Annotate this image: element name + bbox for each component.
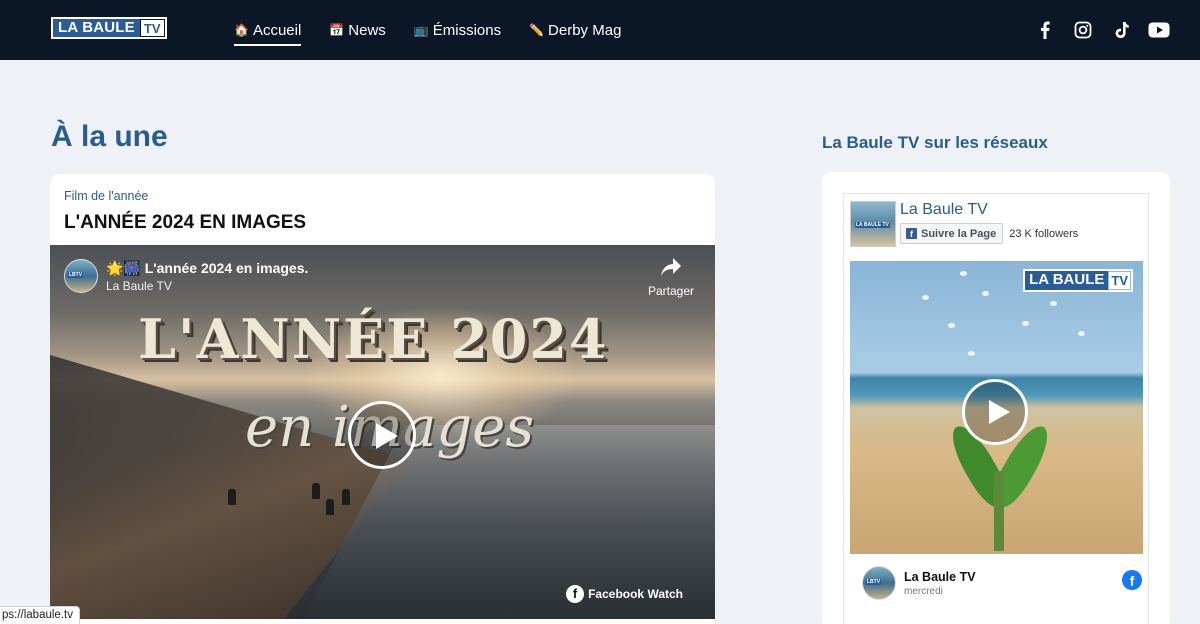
nav-label: News: [348, 21, 386, 39]
petal: [1050, 301, 1057, 306]
facebook-watch-label: Facebook Watch: [588, 587, 683, 601]
rider-silhouette: [342, 489, 350, 505]
share-label: Partager: [647, 284, 695, 298]
video-title[interactable]: 🌟🎆 L'année 2024 en images.: [106, 260, 308, 277]
nav-item-news[interactable]: 📅 News: [329, 0, 385, 60]
tv-icon: 📺: [413, 23, 429, 37]
facebook-icon[interactable]: f: [1122, 570, 1142, 590]
petal: [982, 291, 989, 296]
instagram-icon[interactable]: [1072, 19, 1094, 41]
facebook-square-icon: f: [906, 228, 917, 239]
video-header: LBTV 🌟🎆 L'année 2024 en images. La Baule…: [64, 259, 308, 293]
calendar-icon: 📅: [329, 23, 345, 37]
post-logo-watermark: LA BAULE TV: [1023, 269, 1133, 292]
post-author-name[interactable]: La Baule TV: [904, 570, 976, 584]
nav-label: Accueil: [252, 21, 302, 39]
youtube-icon[interactable]: [1148, 19, 1170, 41]
sidebar-title: La Baule TV sur les réseaux: [822, 133, 1048, 152]
followers-count: 23 K followers: [1009, 227, 1079, 240]
petal: [922, 295, 929, 300]
follow-label: Suivre la Page: [921, 227, 997, 240]
share-arrow-icon: [661, 258, 681, 276]
fb-post-video[interactable]: LA BAULE TV: [850, 261, 1143, 554]
facebook-icon[interactable]: [1034, 19, 1056, 41]
channel-avatar[interactable]: LBTV: [64, 259, 98, 293]
post-author-avatar[interactable]: LBTV: [862, 566, 896, 600]
avatar-logo-mark: LBTV: [866, 579, 882, 585]
pencil-icon: ✏️: [529, 23, 545, 37]
nav-item-accueil[interactable]: 🏠 Accueil: [234, 0, 302, 60]
social-card: LA BAULE TV La Baule TV f Suivre la Page…: [822, 172, 1170, 624]
featured-card: Film de l'année L'ANNÉE 2024 EN IMAGES L…: [50, 174, 715, 624]
facebook-page-plugin: LA BAULE TV La Baule TV f Suivre la Page…: [843, 193, 1149, 624]
post-play-button[interactable]: [962, 379, 1028, 445]
nav-label: Derby Mag: [548, 21, 622, 39]
petal: [968, 351, 975, 356]
video-channel[interactable]: La Baule TV: [106, 279, 308, 293]
fb-page-header: LA BAULE TV La Baule TV f Suivre la Page…: [850, 201, 1078, 247]
featured-kicker[interactable]: Film de l'année: [64, 189, 148, 203]
logo-tv-badge: TV: [140, 20, 164, 36]
stem: [994, 471, 1004, 551]
fb-page-name[interactable]: La Baule TV: [900, 201, 1078, 219]
featured-title[interactable]: L'ANNÉE 2024 EN IMAGES: [64, 212, 306, 234]
petal: [1078, 331, 1085, 336]
petal: [948, 323, 955, 328]
fb-post-footer: LBTV La Baule TV mercredi f: [862, 566, 1142, 600]
rider-silhouette: [326, 499, 334, 515]
watermark-tv: TV: [1109, 272, 1130, 289]
thumb-logo-mark: LA BAULE TV: [855, 222, 890, 228]
petal: [960, 271, 967, 276]
share-button[interactable]: Partager: [647, 257, 695, 298]
social-links: [1034, 19, 1170, 41]
post-timestamp[interactable]: mercredi: [904, 586, 976, 597]
facebook-video-player[interactable]: L'ANNÉE 2024 en images LBTV 🌟🎆 L'année 2…: [50, 245, 715, 619]
avatar-logo-mark: LBTV: [68, 272, 84, 278]
rider-silhouette: [228, 489, 236, 505]
logo-text: LA BAULE: [53, 19, 140, 37]
play-button[interactable]: [348, 401, 416, 469]
petal: [1022, 321, 1029, 326]
facebook-logo-icon: f: [566, 585, 585, 603]
facebook-watch-link[interactable]: f Facebook Watch: [566, 585, 683, 603]
tiktok-icon[interactable]: [1110, 19, 1132, 41]
nav-item-derby-mag[interactable]: ✏️ Derby Mag: [529, 0, 621, 60]
video-overlay-title: L'ANNÉE 2024: [138, 307, 609, 371]
fb-page-thumbnail[interactable]: LA BAULE TV: [850, 201, 896, 247]
house-icon: 🏠: [234, 23, 249, 37]
follow-page-button[interactable]: f Suivre la Page: [900, 223, 1004, 244]
page-title: À la une: [51, 120, 168, 153]
watermark-text: LA BAULE: [1025, 271, 1109, 290]
browser-status-url: ps://labaule.tv: [0, 606, 80, 624]
top-navigation-bar: LA BAULE TV 🏠 Accueil 📅 News 📺 Émissions…: [0, 0, 1200, 60]
nav-label: Émissions: [432, 21, 502, 39]
main-nav: 🏠 Accueil 📅 News 📺 Émissions ✏️ Derby Ma…: [234, 0, 649, 60]
site-logo[interactable]: LA BAULE TV: [51, 17, 167, 39]
rider-silhouette: [312, 483, 320, 499]
nav-item-emissions[interactable]: 📺 Émissions: [414, 0, 501, 60]
